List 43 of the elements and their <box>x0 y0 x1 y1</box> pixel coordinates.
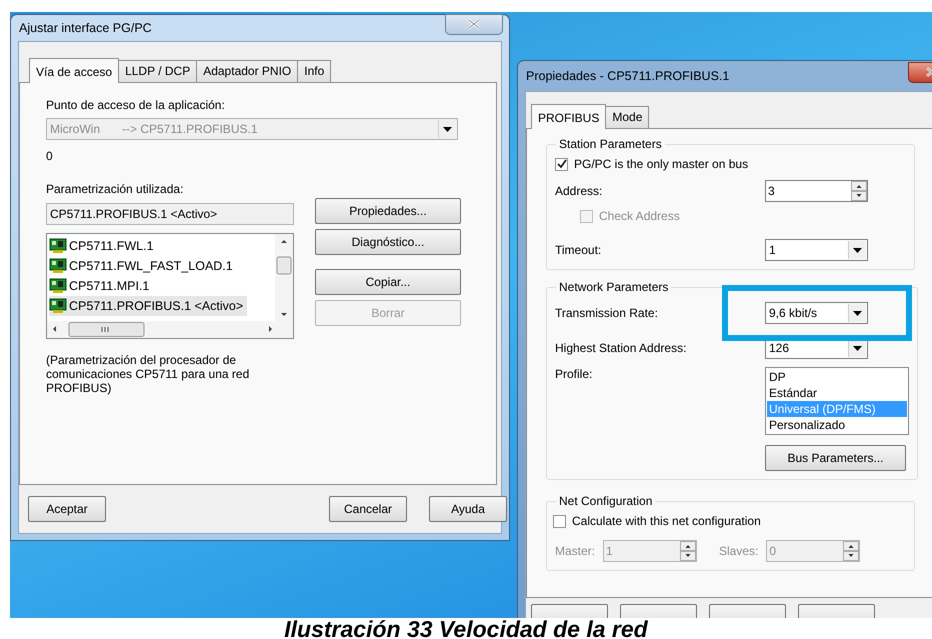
action-button[interactable]: Copiar... <box>315 269 461 295</box>
status-text: 0 <box>46 149 54 163</box>
window-title: Propiedades - CP5711.PROFIBUS.1 <box>526 69 730 83</box>
tab[interactable]: LLDP / DCP <box>118 60 198 82</box>
list-item[interactable]: CP5711.FWL.1 <box>49 236 273 256</box>
group-title: Network Parameters <box>558 280 670 294</box>
list-item[interactable]: CP5711.PROFIBUS.1 <Activo> <box>49 296 248 316</box>
spin-field[interactable]: 3 <box>765 180 868 202</box>
field-label: Transmission Rate: <box>555 306 659 320</box>
list-item[interactable]: Estándar <box>767 385 907 401</box>
group-title: Net Configuration <box>558 494 654 508</box>
tab[interactable]: Adaptador PNIO <box>196 60 298 82</box>
tab[interactable]: PROFIBUS <box>531 104 606 129</box>
field-label: Slaves: <box>719 544 758 558</box>
field-label: Parametrización utilizada: <box>46 182 184 196</box>
list-item[interactable]: DP <box>767 369 907 385</box>
dropdown-field[interactable]: 9,6 kbit/s <box>765 302 868 324</box>
tab[interactable]: Vía de acceso <box>29 58 120 83</box>
window-title: Ajustar interface PG/PC <box>19 21 152 35</box>
text-field[interactable]: CP5711.PROFIBUS.1 <Activo> <box>46 203 294 225</box>
field-label: Highest Station Address: <box>555 341 688 355</box>
dropdown-field[interactable]: 1 <box>765 239 868 261</box>
checkbox-label[interactable]: PG/PC is the only master on bus <box>574 157 748 171</box>
group-title: Station Parameters <box>558 137 663 151</box>
field-label: Punto de acceso de la aplicación: <box>46 98 226 112</box>
field-label: Address: <box>555 184 604 198</box>
tab[interactable]: Info <box>297 60 332 82</box>
action-button[interactable]: Diagnóstico... <box>315 229 461 255</box>
action-button[interactable]: Propiedades... <box>315 198 461 224</box>
list-item[interactable]: CP5711.FWL_FAST_LOAD.1 <box>49 256 273 276</box>
field-label: Timeout: <box>555 243 602 257</box>
description-text: (Parametrización del procesador de comunicaciones CP5711 para una red PROFIBUS) <box>46 353 250 395</box>
field-label: Master: <box>555 544 596 558</box>
ok-button[interactable]: Aceptar <box>28 496 106 522</box>
tab[interactable]: Mode <box>605 106 650 128</box>
bus-parameters-button[interactable]: Bus Parameters... <box>765 445 906 471</box>
figure-caption: Ilustración 33 Velocidad de la red <box>283 616 649 639</box>
list-item[interactable]: Personalizado <box>767 417 907 433</box>
field-label: Profile: <box>555 367 594 381</box>
dialog-button[interactable]: Ayuda <box>429 496 507 522</box>
list-item[interactable]: CP5711.MPI.1 <box>49 276 273 296</box>
dialog-button[interactable]: Cancelar <box>329 496 407 522</box>
checkbox-label[interactable]: Calculate with this net configuration <box>572 514 761 528</box>
